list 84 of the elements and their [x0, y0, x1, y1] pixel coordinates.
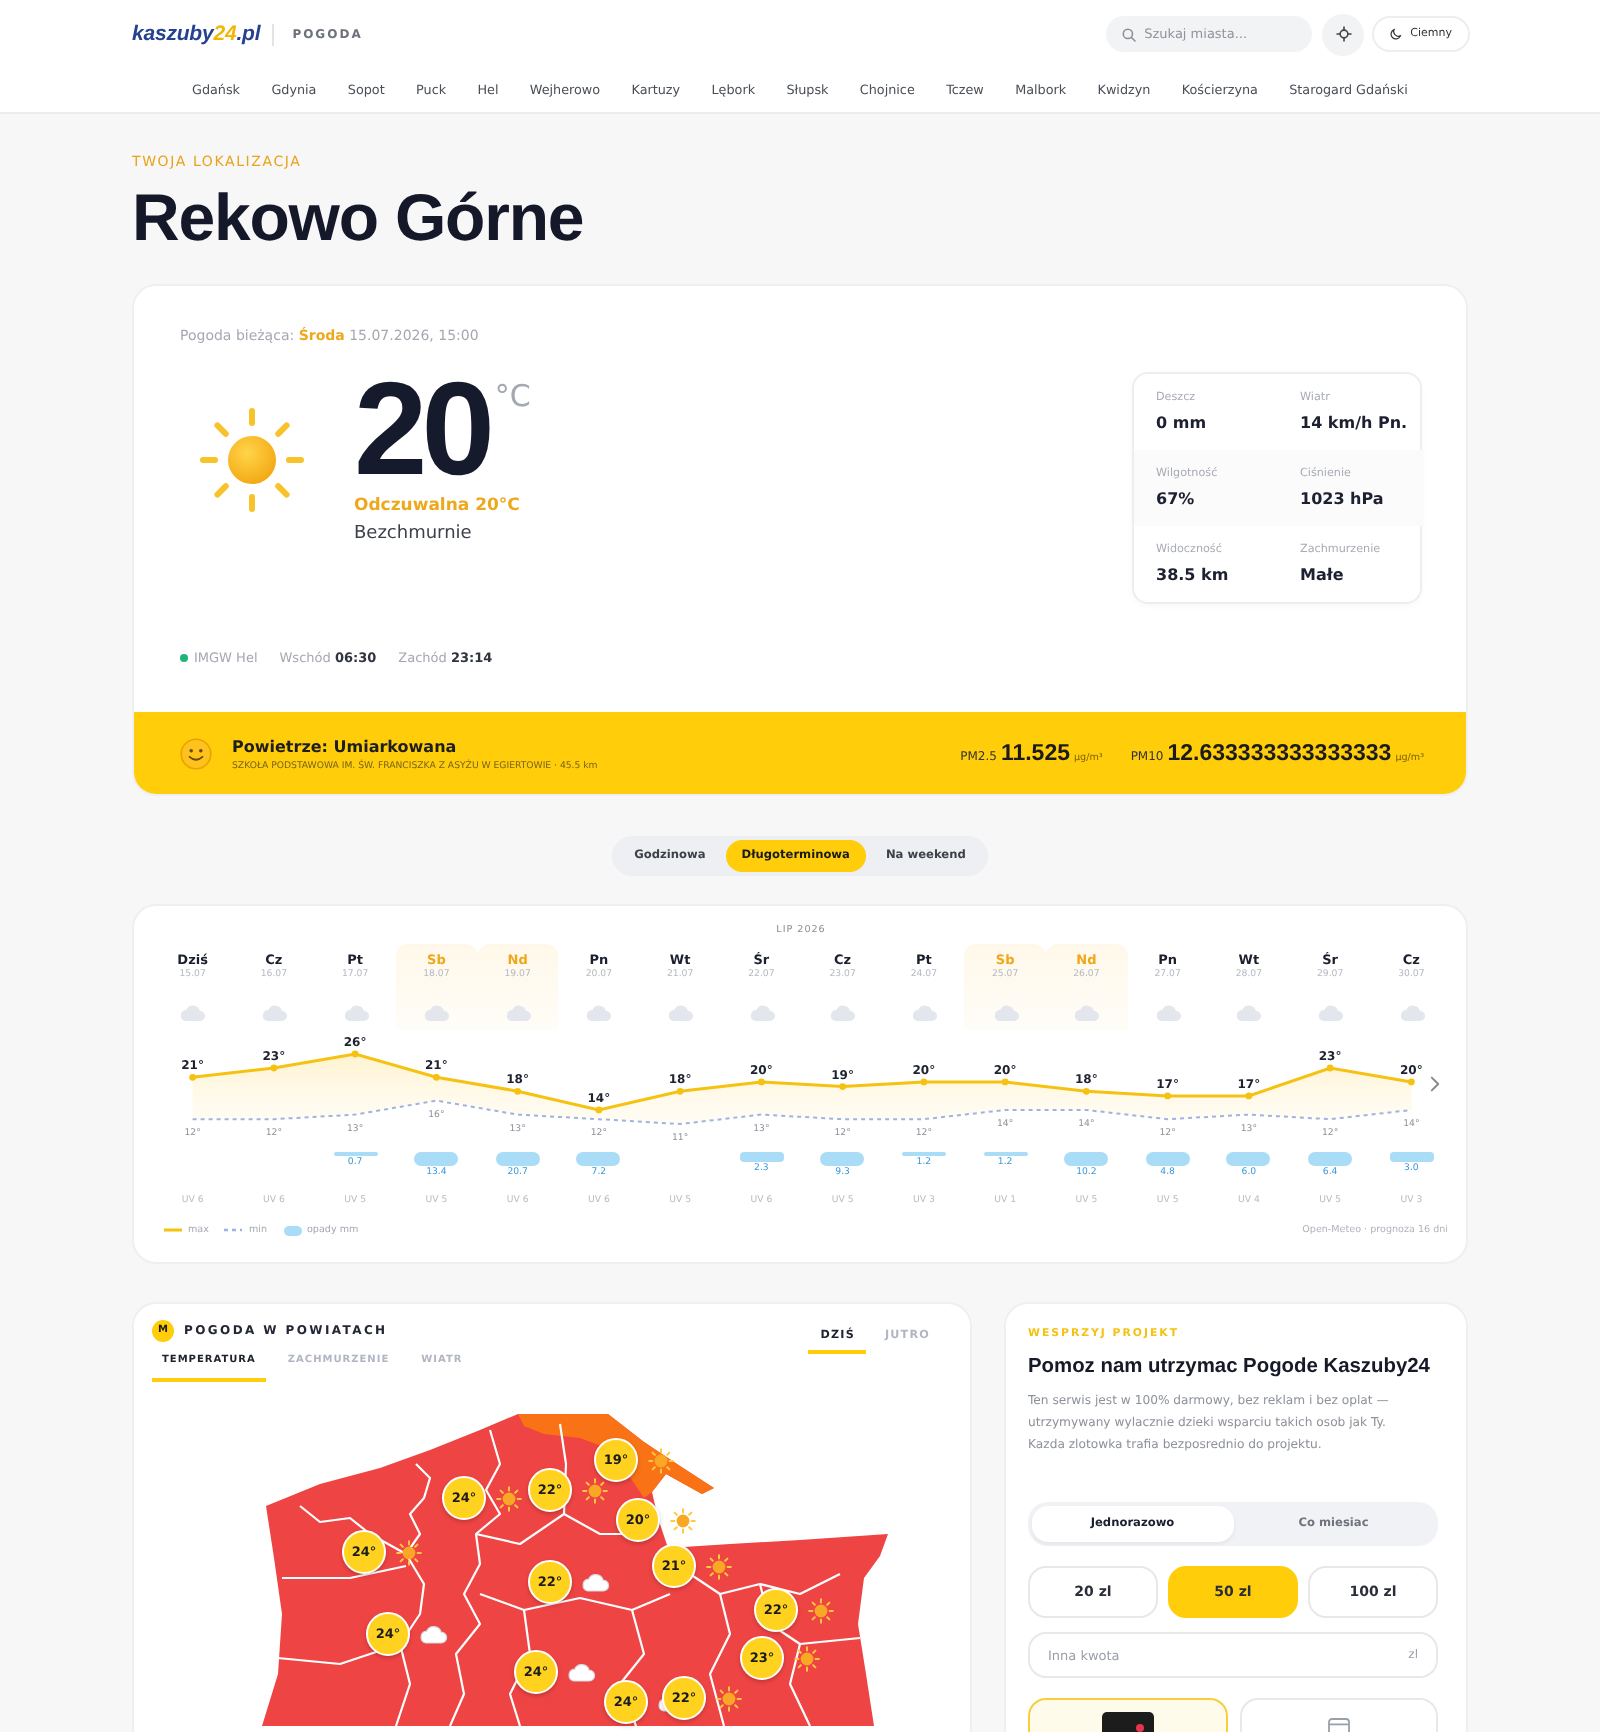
pm-value: 11.525 — [1000, 742, 1070, 766]
sun-icon — [793, 1645, 819, 1671]
rain-bar — [576, 1152, 621, 1166]
max-temperature-point — [270, 1064, 278, 1072]
max-temperature-point — [514, 1087, 521, 1095]
pm-value: 12.633333333333333 — [1167, 742, 1392, 766]
sun-icon — [647, 1447, 673, 1473]
payment-logo-icon — [1101, 1712, 1154, 1732]
sun-icon — [395, 1539, 421, 1565]
max-temperature-point — [433, 1073, 440, 1081]
dashed-line-swatch-icon — [224, 1226, 243, 1234]
max-temperature-point — [1245, 1092, 1253, 1100]
cloud-icon — [584, 1004, 613, 1022]
card-icon — [1327, 1718, 1350, 1732]
location-title: Rekowo Górne — [132, 180, 586, 256]
condition-text: Bezchmurnie — [354, 522, 474, 548]
chevron-right-icon[interactable] — [1430, 1076, 1440, 1092]
sun-icon — [495, 1485, 521, 1511]
rain-bar — [1308, 1152, 1353, 1166]
cloud-icon — [991, 1004, 1020, 1022]
cloud-icon — [1397, 1004, 1426, 1022]
cloud-icon — [1072, 1004, 1101, 1022]
max-temperature-point — [1083, 1087, 1090, 1095]
rain-bar — [1145, 1152, 1190, 1166]
cloud-icon — [1316, 1004, 1345, 1022]
cloud-icon — [747, 1004, 776, 1022]
max-temperature-point — [839, 1083, 846, 1090]
rain-bar — [739, 1152, 784, 1161]
cloud-icon — [565, 1662, 595, 1682]
max-temperature-point — [1326, 1064, 1334, 1072]
max-temperature-point — [758, 1078, 765, 1086]
rain-bar — [820, 1152, 865, 1166]
feels-like-text: Odczuwalna 20°C — [354, 494, 522, 518]
line-swatch-icon — [164, 1226, 182, 1234]
rain-bar — [414, 1152, 459, 1166]
cloud-icon — [666, 1004, 695, 1022]
rain-bar — [1389, 1152, 1434, 1161]
stat-value: 0 mm — [1156, 412, 1209, 434]
cloud-icon — [422, 1004, 451, 1022]
sun-icon — [581, 1477, 607, 1503]
cloud-icon — [828, 1004, 857, 1022]
cloud-icon — [341, 1004, 370, 1022]
cloud-icon — [259, 1004, 288, 1022]
sun-icon — [669, 1507, 695, 1533]
crosshair-icon — [1335, 26, 1352, 42]
sun-icon — [196, 404, 308, 516]
status-dot-icon — [180, 653, 188, 661]
cloud-icon — [1234, 1004, 1263, 1022]
temperature-value: 20 — [354, 376, 489, 480]
max-temperature-point — [595, 1106, 603, 1114]
cloud-icon — [417, 1624, 447, 1644]
max-temperature-point — [1001, 1078, 1009, 1086]
smiley-icon — [180, 738, 212, 770]
temperature-unit: °C — [494, 380, 531, 412]
max-temperature-point — [1164, 1092, 1171, 1100]
stat-value: 1023 hPa — [1300, 488, 1386, 510]
moon-icon — [1390, 28, 1403, 40]
sun-icon — [715, 1685, 741, 1711]
bar-swatch-icon — [283, 1225, 301, 1235]
sun-icon — [807, 1597, 833, 1623]
air-quality-title: Powietrze: Umiarkowana — [232, 735, 459, 757]
rain-bar — [495, 1152, 540, 1166]
location-button[interactable] — [1322, 13, 1365, 55]
cloud-icon — [178, 1004, 207, 1022]
payment-option[interactable] — [1028, 1698, 1227, 1732]
max-temperature-point — [1408, 1078, 1415, 1086]
cloud-icon — [1153, 1004, 1182, 1022]
site-logo[interactable]: kaszuby24.pl — [132, 22, 261, 46]
rain-bar — [1064, 1152, 1109, 1166]
rain-bar — [1226, 1152, 1271, 1166]
stat-value: 38.5 km — [1156, 564, 1231, 586]
max-temperature-point — [920, 1078, 928, 1086]
cloud-icon — [909, 1004, 938, 1022]
max-temperature-point — [189, 1073, 197, 1081]
cloud-icon — [503, 1004, 532, 1022]
search-icon — [1122, 27, 1137, 41]
max-temperature-point — [676, 1087, 684, 1095]
support-title: Pomoz nam utrzymac Pogode Kaszuby24 — [1028, 1354, 1432, 1382]
stat-value: Małe — [1300, 564, 1346, 586]
stat-value: 67% — [1156, 488, 1197, 510]
sun-icon — [705, 1553, 731, 1579]
max-temperature-point — [351, 1050, 359, 1058]
stat-value: 14 km/h Pn. — [1300, 412, 1410, 434]
cloud-icon — [579, 1572, 609, 1592]
